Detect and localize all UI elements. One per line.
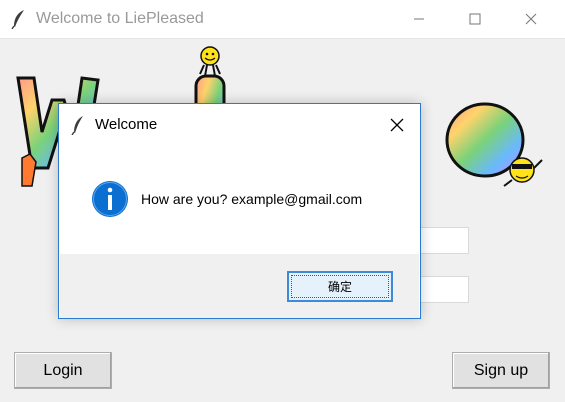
minimize-button[interactable] — [396, 0, 442, 38]
dialog-message: How are you? example@gmail.com — [141, 191, 363, 207]
smiley-figure — [199, 46, 221, 77]
username-field[interactable] — [420, 227, 469, 254]
title-bar[interactable]: Welcome to LiePleased — [0, 0, 565, 39]
feather-icon — [71, 116, 83, 135]
window-title: Welcome to LiePleased — [36, 10, 204, 27]
ok-button[interactable]: 确定 — [287, 271, 393, 302]
focus-rectangle — [291, 275, 389, 298]
minimize-icon — [414, 18, 424, 20]
signup-button[interactable]: Sign up — [452, 352, 550, 389]
maximize-icon — [469, 13, 481, 25]
info-icon — [92, 181, 128, 217]
dialog-title: Welcome — [95, 116, 158, 133]
password-field[interactable] — [420, 276, 469, 303]
close-icon[interactable] — [389, 117, 405, 133]
feather-icon — [11, 10, 24, 29]
message-dialog: Welcome How are you? example@gmail.com 确… — [58, 103, 421, 319]
close-button[interactable] — [508, 0, 554, 38]
maximize-button[interactable] — [452, 0, 498, 38]
close-icon — [525, 13, 537, 25]
login-button[interactable]: Login — [14, 352, 112, 389]
